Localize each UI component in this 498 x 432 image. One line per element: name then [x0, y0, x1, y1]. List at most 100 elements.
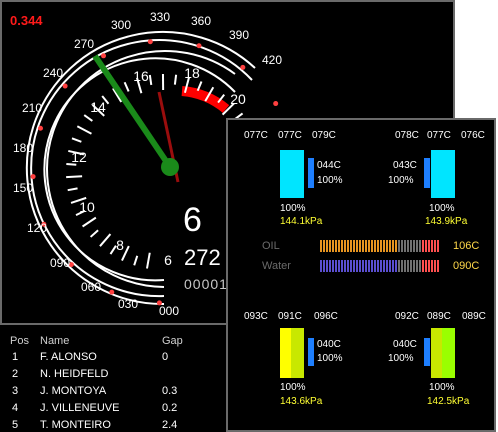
- gauge-segment: [356, 260, 358, 272]
- rpm-label: 360: [191, 14, 211, 28]
- gauge-segment: [359, 240, 361, 252]
- fl-pressure: 144.1kPa: [280, 216, 323, 227]
- rr-tyre-block: [431, 328, 455, 378]
- fl-brake-bar: [308, 158, 314, 188]
- gauge-segment: [419, 260, 421, 272]
- gauge-segment: [371, 240, 373, 252]
- gauge-segment: [395, 240, 397, 252]
- gauge-segment: [416, 240, 418, 252]
- gauge-segment: [428, 260, 430, 272]
- fl-temp-mid: 077C: [278, 130, 302, 141]
- gauge-segment: [401, 260, 403, 272]
- inner-scale-label: 18: [184, 65, 200, 81]
- standings-table: Pos Name Gap 1 F. ALONSO 0 2 N. HEIDFELD…: [0, 325, 230, 432]
- tick-mark: [173, 74, 178, 85]
- rl-wear: 100%: [317, 353, 343, 364]
- gauge-segment: [407, 260, 409, 272]
- gauge-segment: [386, 240, 388, 252]
- fl-temp-inner: 079C: [312, 130, 336, 141]
- gauge-segment: [365, 260, 367, 272]
- gauge-segment: [395, 260, 397, 272]
- rr-wear: 100%: [388, 353, 414, 364]
- row-gap: 0.2: [162, 402, 178, 414]
- col-header-gap: Gap: [162, 335, 183, 347]
- gauge-segment: [383, 240, 385, 252]
- rpm-dot: [62, 83, 68, 89]
- tick-mark: [89, 229, 99, 238]
- tick-mark: [83, 114, 93, 122]
- odometer-readout: 00001: [184, 276, 228, 292]
- row-gap: 2.4: [162, 419, 178, 431]
- row-driver-name: T. MONTEIRO: [40, 419, 111, 431]
- rpm-dot: [240, 64, 246, 70]
- tick-mark: [67, 187, 78, 192]
- rpm-label: 180: [13, 141, 33, 155]
- gauge-segment: [380, 260, 382, 272]
- gauge-segment: [422, 260, 424, 272]
- rl-temp-mid: 091C: [278, 311, 302, 322]
- row-driver-name: N. HEIDFELD: [40, 368, 109, 380]
- gauge-segment: [350, 260, 352, 272]
- tick-mark: [123, 81, 130, 92]
- gauge-segment: [434, 240, 436, 252]
- oil-temp-bar: [320, 240, 440, 252]
- rl-temp-inner: 096C: [314, 311, 338, 322]
- oil-temp-value: 106C: [453, 240, 480, 252]
- rr-brake-bar: [424, 338, 430, 366]
- inner-scale-label: 6: [164, 252, 172, 268]
- gauge-segment: [398, 240, 400, 252]
- rr-brake-temp: 040C: [393, 339, 417, 350]
- rpm-dot: [101, 53, 107, 59]
- gauge-segment: [410, 240, 412, 252]
- gauge-segment: [416, 260, 418, 272]
- tick-mark: [148, 74, 153, 86]
- gauge-segment: [338, 240, 340, 252]
- row-driver-name: J. VILLENEUVE: [40, 402, 120, 414]
- gauge-segment: [323, 240, 325, 252]
- rpm-label: 150: [13, 181, 33, 195]
- inner-scale-label: 8: [116, 237, 124, 253]
- fl-temp-outer: 077C: [244, 130, 268, 141]
- inner-scale-label: 12: [71, 149, 87, 165]
- tick-mark: [71, 137, 82, 143]
- gauge-segment: [320, 240, 322, 252]
- rpm-label: 060: [81, 280, 101, 294]
- rl-brake-bar: [308, 338, 314, 366]
- rpm-label: 420: [262, 53, 282, 67]
- gauge-segment: [347, 240, 349, 252]
- gauge-segment: [389, 260, 391, 272]
- gauge-segment: [335, 240, 337, 252]
- gauge-segment: [320, 260, 322, 272]
- gauge-segment: [437, 260, 439, 272]
- row-pos: 1: [12, 351, 19, 363]
- row-driver-name: F. ALONSO: [40, 351, 97, 363]
- gauge-segment: [377, 240, 379, 252]
- fr-temp-inner: 078C: [395, 130, 419, 141]
- row-gap: 0: [162, 351, 169, 363]
- rpm-dot: [30, 174, 36, 180]
- rl-pressure: 143.6kPa: [280, 396, 323, 407]
- tyre-telemetry-panel: 077C 077C 079C 044C 100% 100% 144.1kPa 0…: [226, 118, 496, 432]
- gauge-segment: [383, 260, 385, 272]
- gauge-segment: [374, 240, 376, 252]
- rpm-label: 120: [27, 221, 47, 235]
- row-driver-name: J. MONTOYA: [40, 385, 107, 397]
- gauge-segment: [359, 260, 361, 272]
- rpm-label: 090: [50, 256, 70, 270]
- gauge-segment: [353, 240, 355, 252]
- col-header-name: Name: [40, 335, 70, 347]
- gauge-segment: [425, 260, 427, 272]
- inner-scale-label: 14: [90, 99, 106, 115]
- rpm-label: 330: [150, 10, 170, 24]
- rpm-dot: [147, 39, 153, 45]
- rl-tyre-block: [280, 328, 304, 378]
- rpm-label: 240: [43, 66, 63, 80]
- rpm-label: 210: [22, 101, 42, 115]
- gauge-segment: [389, 240, 391, 252]
- gauge-segment: [407, 240, 409, 252]
- fl-tyre-block: [280, 150, 304, 198]
- row-pos: 2: [12, 368, 19, 380]
- gear-indicator: 6: [183, 201, 202, 239]
- fr-brake-bar: [424, 158, 430, 188]
- inner-scale-label: 10: [79, 199, 95, 215]
